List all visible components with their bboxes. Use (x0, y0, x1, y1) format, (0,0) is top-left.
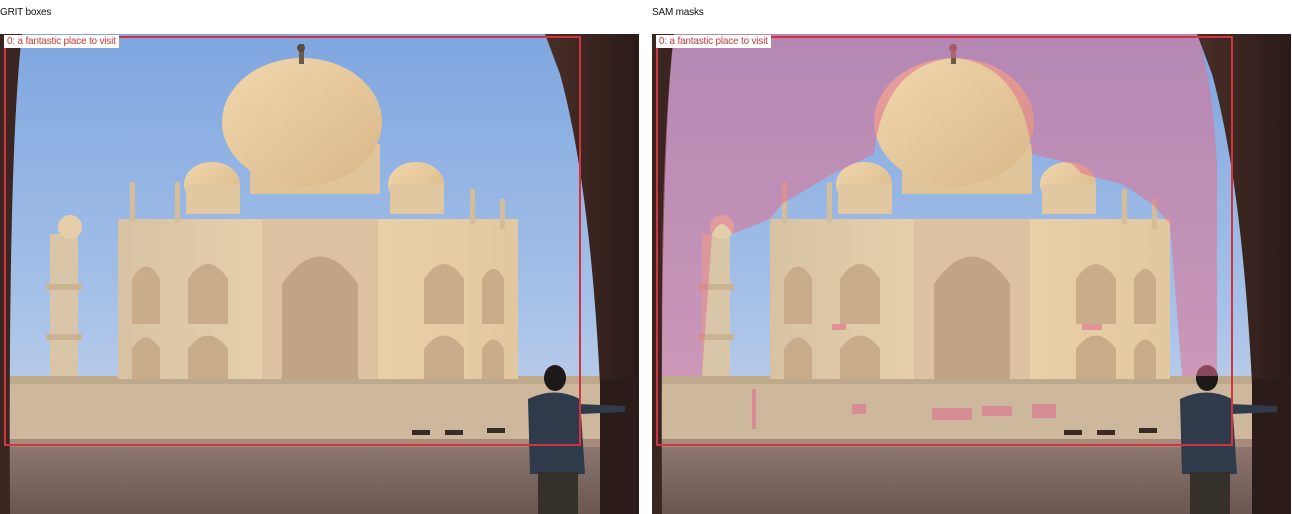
scene-photo (652, 34, 1291, 514)
detection-label: 0: a fantastic place to visit (656, 35, 771, 48)
scene-photo (0, 34, 639, 514)
panel-title-sam: SAM masks (652, 7, 704, 18)
panel-title-grit: GRIT boxes (0, 7, 52, 18)
grit-image: 0: a fantastic place to visit (0, 34, 639, 514)
sam-image: 0: a fantastic place to visit (652, 34, 1291, 514)
detection-label: 0: a fantastic place to visit (4, 35, 119, 48)
